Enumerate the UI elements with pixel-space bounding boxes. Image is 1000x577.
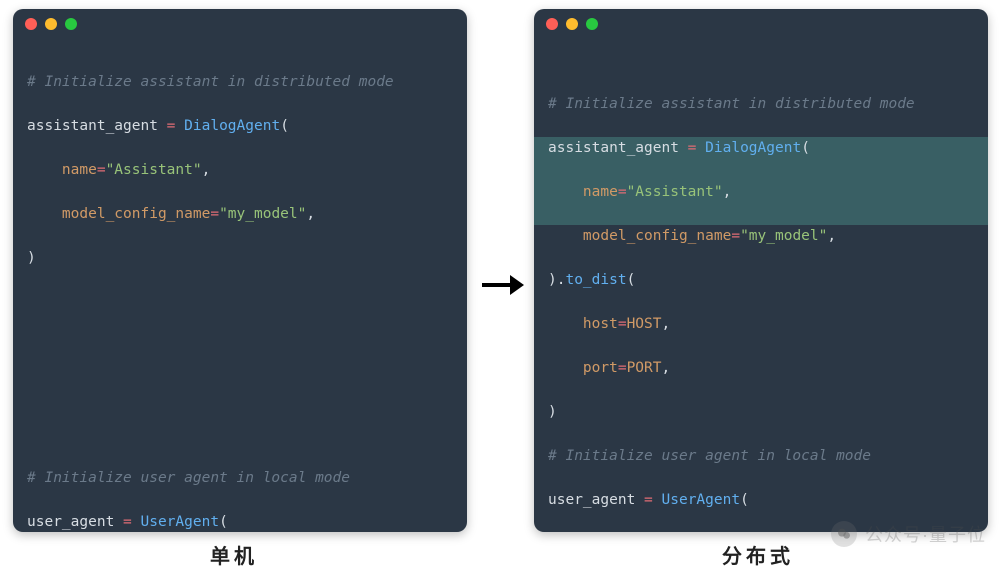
comment: # Initialize user agent in local mode xyxy=(27,470,350,486)
code-body: # Initialize assistant in distributed mo… xyxy=(13,39,467,532)
comparison-figure: # Initialize assistant in distributed mo… xyxy=(0,0,1000,577)
comment: # Initialize assistant in distributed mo… xyxy=(27,74,394,90)
code-body: # Initialize assistant in distributed mo… xyxy=(534,39,988,532)
traffic-light-zoom-icon xyxy=(586,18,598,30)
code-window-distributed: # Initialize assistant in distributed mo… xyxy=(534,9,988,532)
traffic-light-zoom-icon xyxy=(65,18,77,30)
comment: # Initialize user agent in local mode xyxy=(548,448,871,464)
traffic-light-close-icon xyxy=(546,18,558,30)
caption-standalone: 单机 xyxy=(210,540,258,569)
code-window-standalone: # Initialize assistant in distributed mo… xyxy=(13,9,467,532)
window-titlebar xyxy=(13,9,467,39)
traffic-light-minimize-icon xyxy=(566,18,578,30)
caption-distributed: 分布式 xyxy=(722,540,794,569)
traffic-light-close-icon xyxy=(25,18,37,30)
window-titlebar xyxy=(534,9,988,39)
traffic-light-minimize-icon xyxy=(45,18,57,30)
comment: # Initialize assistant in distributed mo… xyxy=(548,96,915,112)
arrow-right-icon xyxy=(480,272,524,298)
